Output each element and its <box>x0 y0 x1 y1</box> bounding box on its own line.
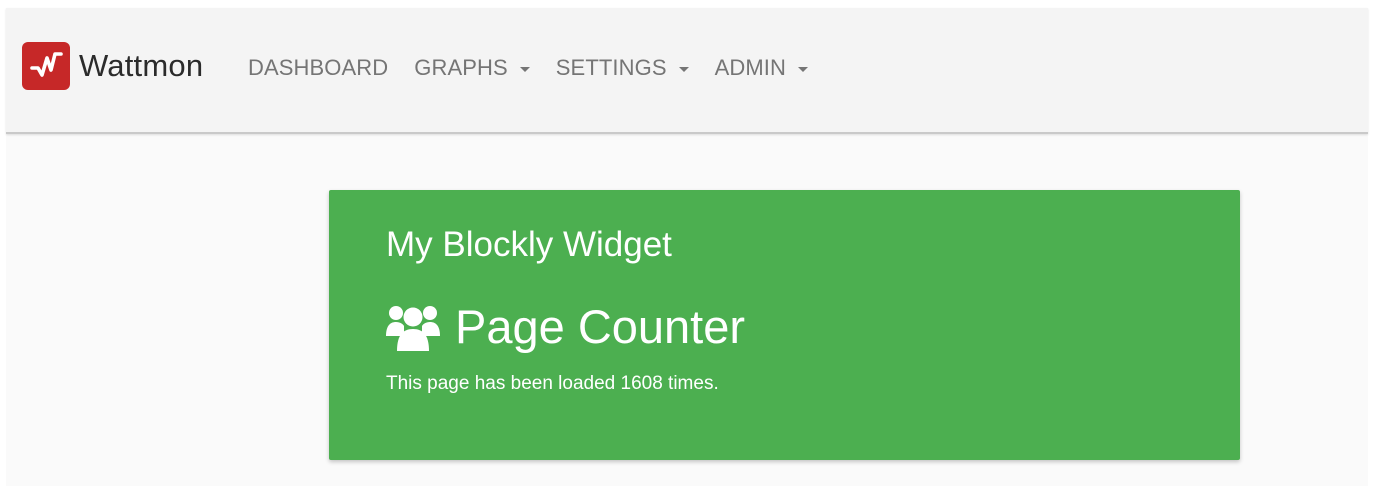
navbar: Wattmon DASHBOARD GRAPHS SETTINGS ADMIN <box>6 8 1368 134</box>
nav-item-settings[interactable]: SETTINGS <box>556 55 689 81</box>
nav-item-dashboard[interactable]: DASHBOARD <box>248 55 388 81</box>
nav-item-label: GRAPHS <box>414 55 508 80</box>
blockly-widget-card: My Blockly Widget Page Counter This page… <box>329 190 1240 460</box>
page-frame: Wattmon DASHBOARD GRAPHS SETTINGS ADMIN … <box>6 8 1368 486</box>
brand-name: Wattmon <box>79 48 204 83</box>
nav-item-label: DASHBOARD <box>248 55 389 80</box>
nav-item-label: ADMIN <box>714 55 786 80</box>
caret-down-icon <box>678 66 689 72</box>
caret-down-icon <box>797 66 808 72</box>
users-icon <box>385 300 441 352</box>
nav-item-admin[interactable]: ADMIN <box>715 55 808 81</box>
wattmon-logo-icon <box>22 42 70 90</box>
page-load-count-text: This page has been loaded 1608 times. <box>386 373 719 394</box>
widget-title: My Blockly Widget <box>386 225 672 264</box>
caret-down-icon <box>519 66 530 72</box>
nav-item-graphs[interactable]: GRAPHS <box>414 55 530 81</box>
brand-link[interactable]: Wattmon <box>22 41 203 91</box>
nav-item-label: SETTINGS <box>555 55 667 80</box>
nav-menu: DASHBOARD GRAPHS SETTINGS ADMIN <box>248 8 834 128</box>
widget-heading-text: Page Counter <box>455 299 746 353</box>
widget-heading: Page Counter <box>385 298 745 354</box>
